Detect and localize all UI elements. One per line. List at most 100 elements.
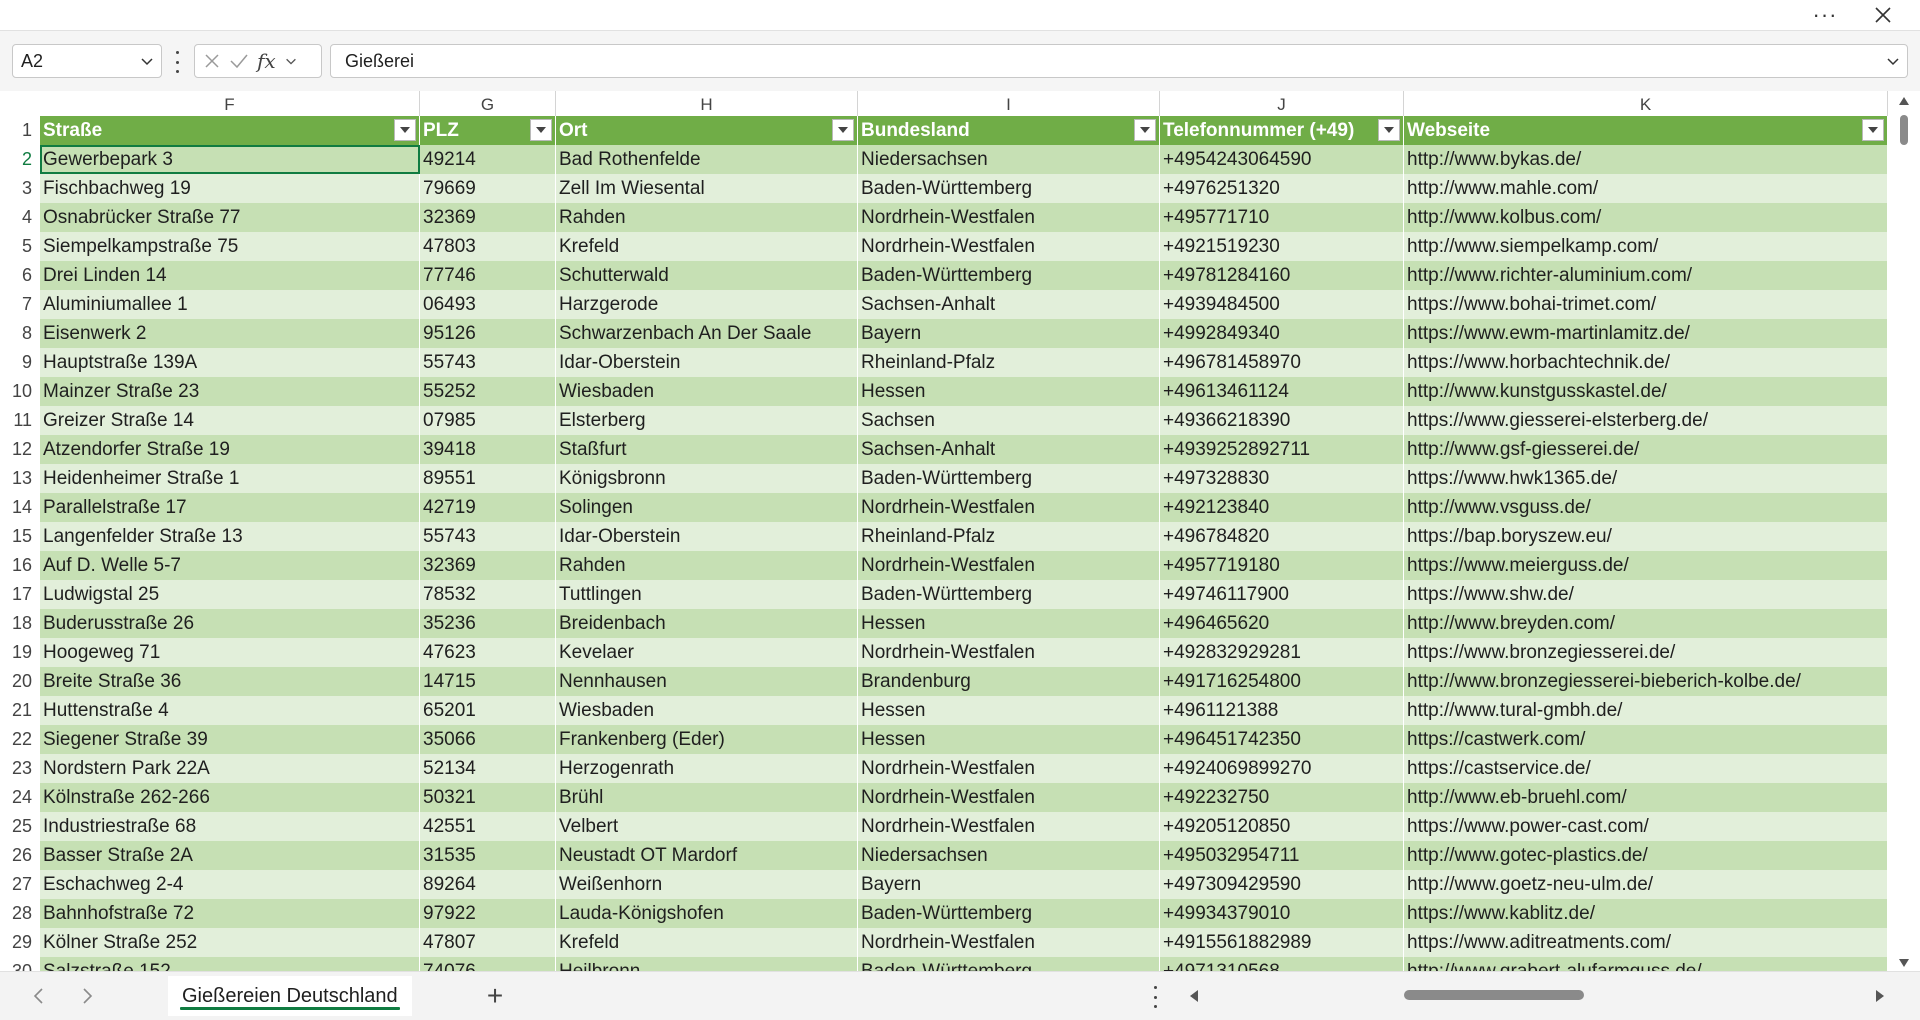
table-cell[interactable]: +4971310568 xyxy=(1160,957,1404,971)
vertical-scrollbar[interactable] xyxy=(1888,91,1920,971)
row-header[interactable]: 20 xyxy=(0,667,40,696)
table-cell[interactable]: http://www.bykas.de/ xyxy=(1404,145,1888,174)
row-header-1[interactable]: 1 xyxy=(0,116,40,145)
table-cell[interactable]: http://www.breyden.com/ xyxy=(1404,609,1888,638)
table-cell[interactable]: 65201 xyxy=(420,696,556,725)
row-header[interactable]: 19 xyxy=(0,638,40,667)
table-cell[interactable]: +49366218390 xyxy=(1160,406,1404,435)
check-icon[interactable] xyxy=(229,52,249,70)
table-cell[interactable]: Siegener Straße 39 xyxy=(40,725,420,754)
column-header-h[interactable]: H xyxy=(556,91,858,116)
table-cell[interactable]: +4924069899270 xyxy=(1160,754,1404,783)
column-header-k[interactable]: K xyxy=(1404,91,1888,116)
table-cell[interactable]: 49214 xyxy=(420,145,556,174)
sheet-options-button[interactable] xyxy=(1152,986,1158,1008)
table-cell[interactable]: Niedersachsen xyxy=(858,841,1160,870)
table-cell[interactable]: Eschachweg 2-4 xyxy=(40,870,420,899)
table-cell[interactable]: Harzgerode xyxy=(556,290,858,319)
table-header-cell[interactable]: Straße xyxy=(40,116,420,145)
table-cell[interactable]: Heilbronn xyxy=(556,957,858,971)
table-cell[interactable]: https://www.power-cast.com/ xyxy=(1404,812,1888,841)
column-header-f[interactable]: F xyxy=(40,91,420,116)
table-cell[interactable]: +496784820 xyxy=(1160,522,1404,551)
table-cell[interactable]: Niedersachsen xyxy=(858,145,1160,174)
table-cell[interactable]: Mainzer Straße 23 xyxy=(40,377,420,406)
table-cell[interactable]: 55743 xyxy=(420,522,556,551)
table-cell[interactable]: Salzstraße 152 xyxy=(40,957,420,971)
table-cell[interactable]: Aluminiumallee 1 xyxy=(40,290,420,319)
table-cell[interactable]: +492832929281 xyxy=(1160,638,1404,667)
table-cell[interactable]: +492123840 xyxy=(1160,493,1404,522)
chevron-left-icon[interactable] xyxy=(30,986,48,1006)
table-cell[interactable]: +49746117900 xyxy=(1160,580,1404,609)
table-cell[interactable]: 77746 xyxy=(420,261,556,290)
table-cell[interactable]: http://www.kunstgusskastel.de/ xyxy=(1404,377,1888,406)
table-cell[interactable]: +496465620 xyxy=(1160,609,1404,638)
row-header[interactable]: 3 xyxy=(0,174,40,203)
table-cell[interactable]: Baden-Württemberg xyxy=(858,580,1160,609)
table-cell[interactable]: Weißenhorn xyxy=(556,870,858,899)
table-header-cell[interactable]: PLZ xyxy=(420,116,556,145)
table-cell[interactable]: Rahden xyxy=(556,551,858,580)
table-cell[interactable]: Eisenwerk 2 xyxy=(40,319,420,348)
table-cell[interactable]: Nordrhein-Westfalen xyxy=(858,232,1160,261)
table-cell[interactable]: Schwarzenbach An Der Saale xyxy=(556,319,858,348)
table-cell[interactable]: Bayern xyxy=(858,870,1160,899)
table-cell[interactable]: +4992849340 xyxy=(1160,319,1404,348)
table-cell[interactable]: Nennhausen xyxy=(556,667,858,696)
chevron-right-icon[interactable] xyxy=(78,986,96,1006)
table-cell[interactable]: Hessen xyxy=(858,725,1160,754)
table-cell[interactable]: +49934379010 xyxy=(1160,899,1404,928)
row-header[interactable]: 28 xyxy=(0,899,40,928)
table-cell[interactable]: +496781458970 xyxy=(1160,348,1404,377)
row-header[interactable]: 25 xyxy=(0,812,40,841)
table-cell[interactable]: Hoogeweg 71 xyxy=(40,638,420,667)
table-cell[interactable]: 07985 xyxy=(420,406,556,435)
table-cell[interactable]: Frankenberg (Eder) xyxy=(556,725,858,754)
table-cell[interactable]: Nordrhein-Westfalen xyxy=(858,493,1160,522)
table-cell[interactable]: 47803 xyxy=(420,232,556,261)
table-cell[interactable]: http://www.gsf-giesserei.de/ xyxy=(1404,435,1888,464)
table-cell[interactable]: 42719 xyxy=(420,493,556,522)
table-cell[interactable]: 79669 xyxy=(420,174,556,203)
table-cell[interactable]: https://www.ewm-martinlamitz.de/ xyxy=(1404,319,1888,348)
table-cell[interactable]: http://www.eb-bruehl.com/ xyxy=(1404,783,1888,812)
table-cell[interactable]: Parallelstraße 17 xyxy=(40,493,420,522)
table-cell[interactable]: Idar-Oberstein xyxy=(556,348,858,377)
table-cell[interactable]: +4961121388 xyxy=(1160,696,1404,725)
table-cell[interactable]: Rheinland-Pfalz xyxy=(858,522,1160,551)
row-header[interactable]: 11 xyxy=(0,406,40,435)
table-cell[interactable]: Auf D. Welle 5-7 xyxy=(40,551,420,580)
table-cell[interactable]: https://www.giesserei-elsterberg.de/ xyxy=(1404,406,1888,435)
table-cell[interactable]: 97922 xyxy=(420,899,556,928)
table-cell[interactable]: +497328830 xyxy=(1160,464,1404,493)
table-cell[interactable]: https://www.meierguss.de/ xyxy=(1404,551,1888,580)
filter-dropdown-button[interactable] xyxy=(1378,119,1400,141)
formula-input[interactable]: Gießerei xyxy=(330,44,1908,78)
name-box[interactable]: A2 xyxy=(12,44,162,78)
table-cell[interactable]: Kevelaer xyxy=(556,638,858,667)
filter-dropdown-button[interactable] xyxy=(530,119,552,141)
table-cell[interactable]: Wiesbaden xyxy=(556,377,858,406)
table-cell[interactable]: http://www.mahle.com/ xyxy=(1404,174,1888,203)
table-cell[interactable]: +4957719180 xyxy=(1160,551,1404,580)
table-cell[interactable]: +49205120850 xyxy=(1160,812,1404,841)
table-cell[interactable]: Schutterwald xyxy=(556,261,858,290)
chevron-down-icon[interactable] xyxy=(1885,53,1901,69)
table-cell[interactable]: Idar-Oberstein xyxy=(556,522,858,551)
row-header[interactable]: 16 xyxy=(0,551,40,580)
table-cell[interactable]: Bad Rothenfelde xyxy=(556,145,858,174)
table-cell[interactable]: Siempelkampstraße 75 xyxy=(40,232,420,261)
table-cell[interactable]: 06493 xyxy=(420,290,556,319)
table-cell[interactable]: Nordrhein-Westfalen xyxy=(858,551,1160,580)
table-cell[interactable]: Brühl xyxy=(556,783,858,812)
table-cell[interactable]: +4976251320 xyxy=(1160,174,1404,203)
row-header[interactable]: 23 xyxy=(0,754,40,783)
filter-dropdown-button[interactable] xyxy=(1134,119,1156,141)
table-cell[interactable]: 39418 xyxy=(420,435,556,464)
sheet-tab-active[interactable]: Gießereien Deutschland xyxy=(168,976,412,1016)
table-cell[interactable]: 32369 xyxy=(420,203,556,232)
table-cell[interactable]: 50321 xyxy=(420,783,556,812)
scroll-down-icon[interactable] xyxy=(1896,955,1912,971)
table-cell[interactable]: Osnabrücker Straße 77 xyxy=(40,203,420,232)
